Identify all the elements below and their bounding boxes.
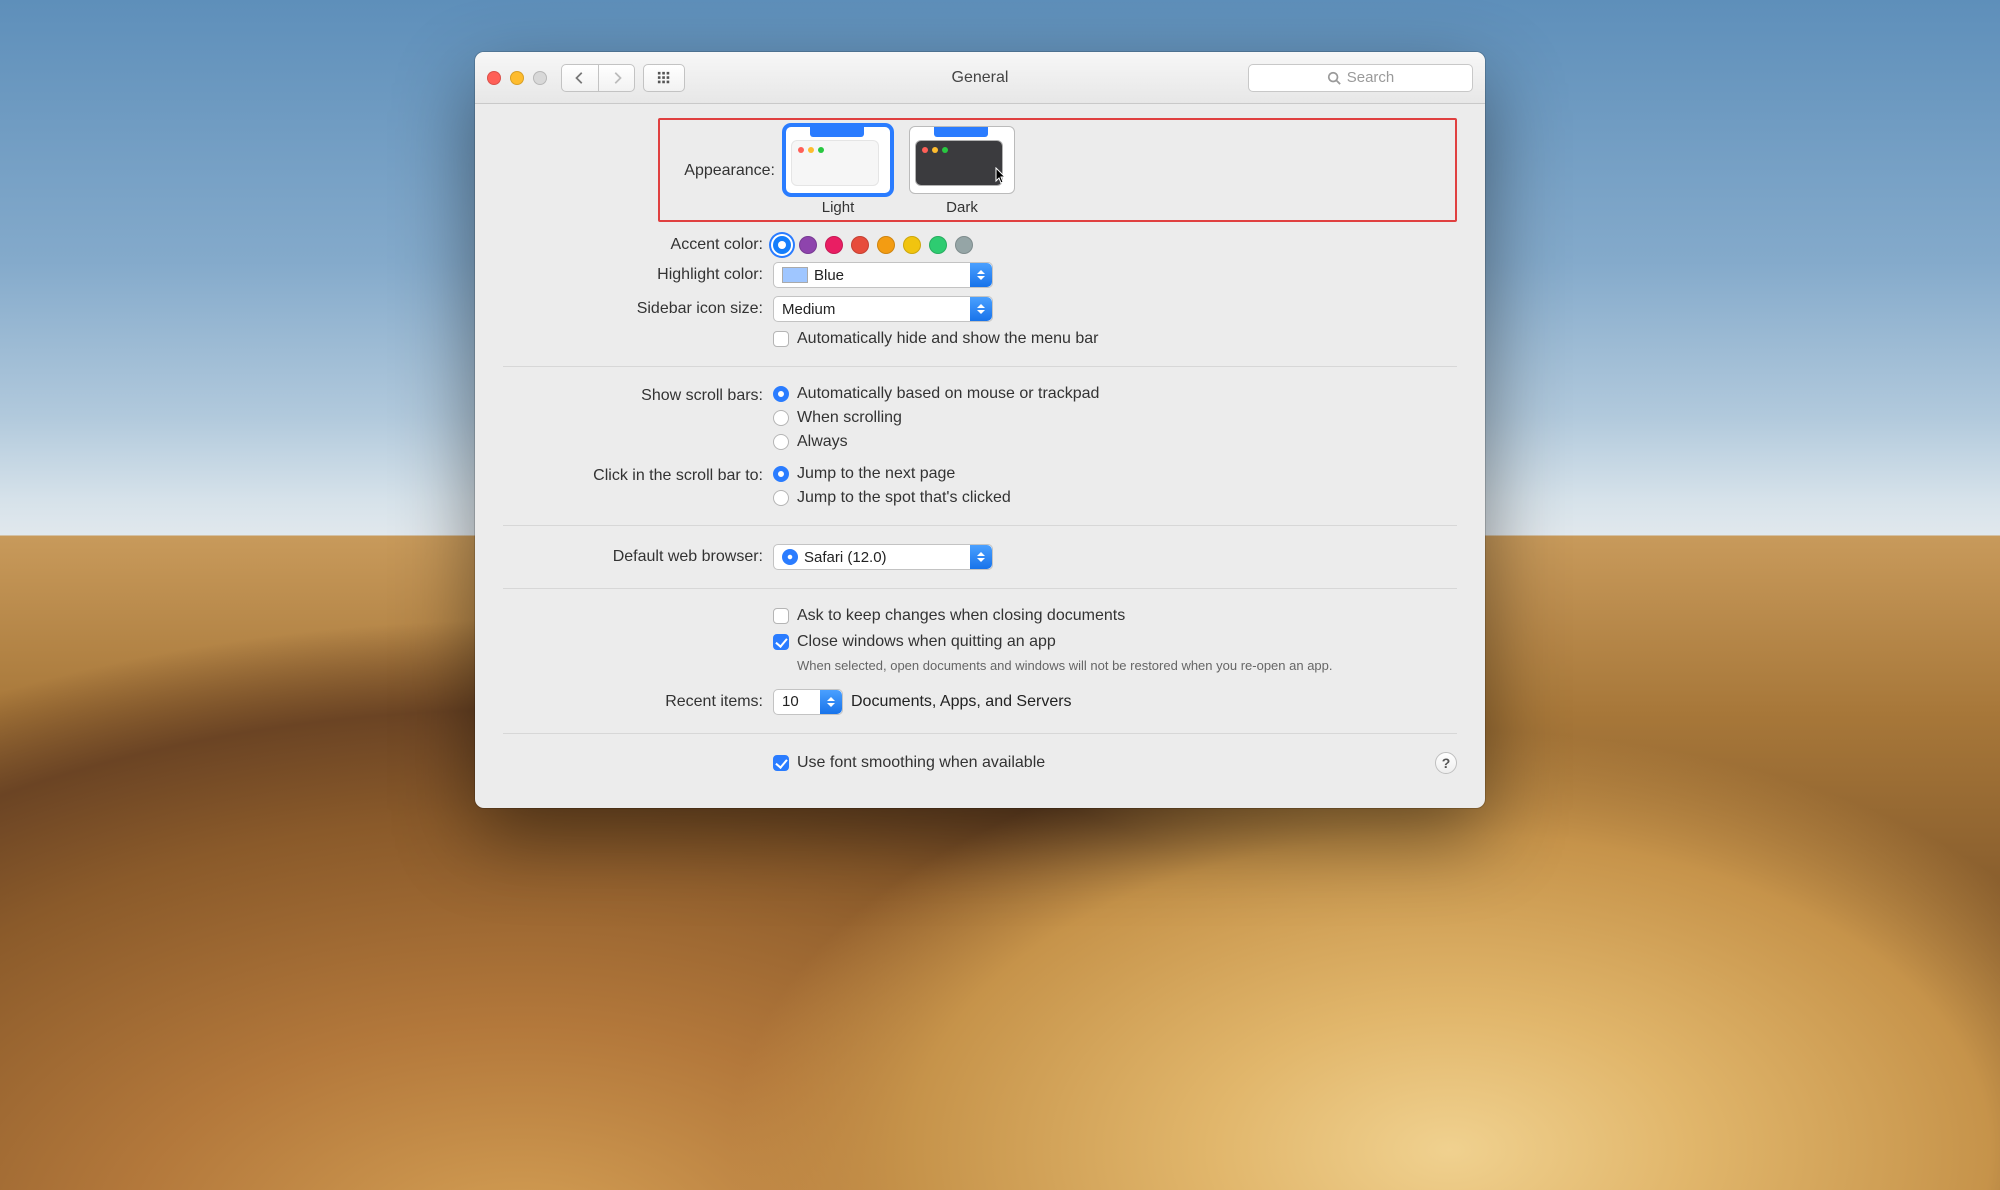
accent-swatch-gray[interactable]	[955, 236, 973, 254]
accent-swatch-yellow[interactable]	[903, 236, 921, 254]
accent-swatch-pink[interactable]	[825, 236, 843, 254]
recent-select[interactable]: 10	[773, 689, 843, 715]
accent-swatch-green[interactable]	[929, 236, 947, 254]
forward-button[interactable]	[598, 65, 634, 91]
radio-icon	[773, 466, 789, 482]
back-button[interactable]	[562, 65, 598, 91]
font-smoothing-option[interactable]: Use font smoothing when available	[773, 754, 1045, 772]
appearance-option-dark[interactable]: Dark	[909, 126, 1015, 216]
help-button[interactable]: ?	[1435, 752, 1457, 774]
search-icon	[1327, 71, 1341, 85]
radio-icon	[773, 490, 789, 506]
divider	[503, 588, 1457, 589]
menubar-autohide-label: Automatically hide and show the menu bar	[797, 330, 1099, 348]
menubar-autohide-option[interactable]: Automatically hide and show the menu bar	[773, 330, 1099, 348]
help-icon: ?	[1442, 755, 1451, 771]
appearance-light-thumb	[785, 126, 891, 194]
scrollbars-option-scrolling[interactable]: When scrolling	[773, 409, 1099, 427]
content: Appearance: Light Dark	[475, 104, 1485, 808]
accent-swatch-red[interactable]	[851, 236, 869, 254]
safari-icon	[782, 549, 798, 565]
accent-label: Accent color:	[503, 236, 773, 254]
ask-keep-option[interactable]: Ask to keep changes when closing documen…	[773, 607, 1125, 625]
accent-swatch-purple[interactable]	[799, 236, 817, 254]
appearance-dark-thumb	[909, 126, 1015, 194]
accent-swatch-orange[interactable]	[877, 236, 895, 254]
close-windows-note: When selected, open documents and window…	[797, 657, 1333, 675]
sidebar-label: Sidebar icon size:	[503, 300, 773, 318]
maximize-icon	[533, 71, 547, 85]
close-icon[interactable]	[487, 71, 501, 85]
sidebar-size-value: Medium	[782, 301, 835, 318]
browser-value: Safari (12.0)	[804, 549, 887, 566]
appearance-option-light[interactable]: Light	[785, 126, 891, 216]
recent-label: Recent items:	[503, 693, 773, 711]
divider	[503, 366, 1457, 367]
sidebar-size-select[interactable]: Medium	[773, 296, 993, 322]
appearance-light-caption: Light	[785, 199, 891, 216]
window-controls	[487, 71, 547, 85]
scrollclick-label: Click in the scroll bar to:	[503, 465, 773, 485]
highlight-label: Highlight color:	[503, 266, 773, 284]
scrollbars-option-always[interactable]: Always	[773, 433, 1099, 451]
show-all-button[interactable]	[644, 65, 684, 91]
radio-icon	[773, 434, 789, 450]
highlight-select[interactable]: Blue	[773, 262, 993, 288]
scrollbars-option-auto[interactable]: Automatically based on mouse or trackpad	[773, 385, 1099, 403]
minimize-icon[interactable]	[510, 71, 524, 85]
preferences-window: General Search Appearance: Light	[475, 52, 1485, 808]
highlight-swatch-icon	[782, 267, 808, 283]
highlight-value: Blue	[814, 267, 844, 284]
stepper-icon	[820, 690, 842, 714]
scrollclick-option-spot[interactable]: Jump to the spot that's clicked	[773, 489, 1011, 507]
stepper-icon	[970, 263, 992, 287]
accent-swatch-blue[interactable]	[773, 236, 791, 254]
accent-swatches	[773, 236, 973, 254]
recent-suffix: Documents, Apps, and Servers	[851, 693, 1072, 711]
appearance-label: Appearance:	[670, 162, 785, 180]
cursor-icon	[994, 167, 1008, 185]
appearance-dark-caption: Dark	[909, 199, 1015, 216]
browser-select[interactable]: Safari (12.0)	[773, 544, 993, 570]
radio-icon	[773, 410, 789, 426]
titlebar: General Search	[475, 52, 1485, 104]
checkbox-icon	[773, 608, 789, 624]
show-all-button-group	[643, 64, 685, 92]
appearance-highlight-box: Appearance: Light Dark	[658, 118, 1457, 222]
recent-value: 10	[782, 693, 799, 710]
scrollclick-option-next[interactable]: Jump to the next page	[773, 465, 1011, 483]
stepper-icon	[970, 297, 992, 321]
search-placeholder: Search	[1347, 69, 1395, 86]
checkbox-icon	[773, 755, 789, 771]
scrollbars-label: Show scroll bars:	[503, 385, 773, 405]
browser-label: Default web browser:	[503, 548, 773, 566]
stepper-icon	[970, 545, 992, 569]
radio-icon	[773, 386, 789, 402]
checkbox-icon	[773, 331, 789, 347]
close-windows-option[interactable]: Close windows when quitting an app	[773, 633, 1333, 651]
divider	[503, 525, 1457, 526]
checkbox-icon	[773, 634, 789, 650]
search-field[interactable]: Search	[1248, 64, 1473, 92]
desktop-wallpaper: General Search Appearance: Light	[0, 0, 2000, 1190]
divider	[503, 733, 1457, 734]
nav-segmented	[561, 64, 635, 92]
grid-icon	[657, 71, 671, 85]
